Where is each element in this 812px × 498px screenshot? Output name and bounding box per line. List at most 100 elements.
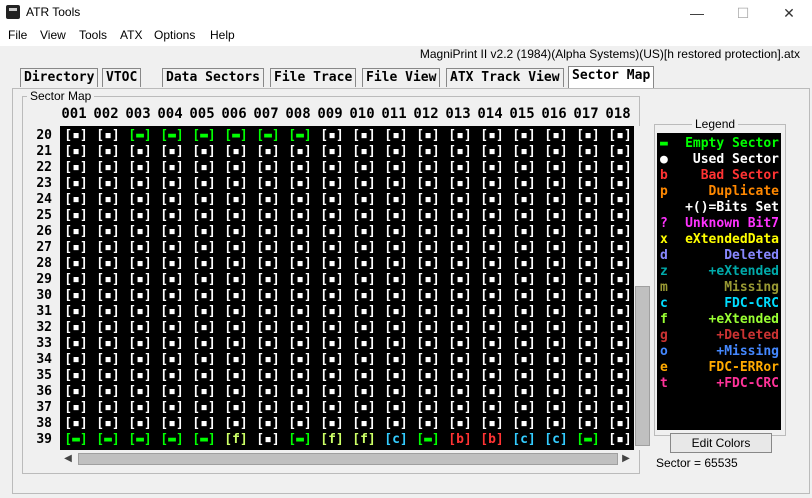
sector-cell[interactable]: [▪] bbox=[252, 432, 284, 448]
sector-cell[interactable]: [▪] bbox=[540, 416, 572, 432]
scroll-left-arrow-icon[interactable]: ◀ bbox=[60, 451, 76, 467]
sector-cell[interactable]: [▪] bbox=[604, 176, 634, 192]
sector-cell[interactable]: [▪] bbox=[604, 128, 634, 144]
sector-cell[interactable]: [▪] bbox=[284, 288, 316, 304]
sector-cell[interactable]: [▪] bbox=[380, 224, 412, 240]
sector-cell[interactable]: [▪] bbox=[380, 352, 412, 368]
sector-cell[interactable]: [▪] bbox=[188, 192, 220, 208]
sector-cell[interactable]: [▪] bbox=[316, 240, 348, 256]
sector-cell[interactable]: [▪] bbox=[444, 400, 476, 416]
sector-cell[interactable]: [▪] bbox=[92, 144, 124, 160]
sector-cell[interactable]: [▪] bbox=[348, 208, 380, 224]
sector-cell[interactable]: [▪] bbox=[284, 272, 316, 288]
sector-cell[interactable]: [▪] bbox=[348, 416, 380, 432]
sector-cell[interactable]: [▪] bbox=[540, 320, 572, 336]
sector-cell[interactable]: [▪] bbox=[316, 400, 348, 416]
sector-cell[interactable]: [▪] bbox=[380, 336, 412, 352]
sector-cell[interactable]: [▪] bbox=[476, 352, 508, 368]
sector-cell[interactable]: [▪] bbox=[220, 400, 252, 416]
sector-cell[interactable]: [▪] bbox=[188, 224, 220, 240]
sector-cell[interactable]: [▪] bbox=[572, 192, 604, 208]
sector-cell[interactable]: [▪] bbox=[92, 320, 124, 336]
sector-cell[interactable]: [▪] bbox=[316, 368, 348, 384]
sector-cell[interactable]: [▪] bbox=[444, 368, 476, 384]
tab-data-sectors[interactable]: Data Sectors bbox=[162, 68, 264, 87]
sector-cell[interactable]: [▪] bbox=[572, 256, 604, 272]
sector-cell[interactable]: [▪] bbox=[60, 416, 92, 432]
sector-cell[interactable]: [▬] bbox=[124, 432, 156, 448]
sector-cell[interactable]: [▪] bbox=[604, 208, 634, 224]
sector-cell[interactable]: [▪] bbox=[444, 352, 476, 368]
sector-cell[interactable]: [▪] bbox=[92, 176, 124, 192]
sector-cell[interactable]: [▪] bbox=[252, 352, 284, 368]
sector-cell[interactable]: [▪] bbox=[572, 384, 604, 400]
maximize-button[interactable]: ☐ bbox=[720, 0, 766, 26]
sector-cell[interactable]: [▪] bbox=[284, 336, 316, 352]
sector-cell[interactable]: [▪] bbox=[540, 128, 572, 144]
sector-cell[interactable]: [▪] bbox=[508, 240, 540, 256]
sector-cell[interactable]: [▪] bbox=[604, 144, 634, 160]
sector-cell[interactable]: [▪] bbox=[412, 128, 444, 144]
sector-cell[interactable]: [▪] bbox=[540, 224, 572, 240]
sector-cell[interactable]: [▪] bbox=[220, 352, 252, 368]
sector-cell[interactable]: [▪] bbox=[284, 304, 316, 320]
sector-cell[interactable]: [▪] bbox=[476, 208, 508, 224]
sector-cell[interactable]: [▪] bbox=[572, 176, 604, 192]
sector-cell[interactable]: [▪] bbox=[380, 128, 412, 144]
sector-cell[interactable]: [▪] bbox=[476, 400, 508, 416]
sector-cell[interactable]: [▪] bbox=[252, 320, 284, 336]
sector-cell[interactable]: [▪] bbox=[220, 176, 252, 192]
sector-cell[interactable]: [▪] bbox=[220, 320, 252, 336]
sector-cell[interactable]: [▪] bbox=[348, 352, 380, 368]
sector-cell[interactable]: [▪] bbox=[316, 336, 348, 352]
sector-cell[interactable]: [▪] bbox=[380, 208, 412, 224]
sector-cell[interactable]: [b] bbox=[476, 432, 508, 448]
sector-cell[interactable]: [▪] bbox=[476, 320, 508, 336]
sector-cell[interactable]: [▪] bbox=[124, 288, 156, 304]
sector-cell[interactable]: [▪] bbox=[284, 416, 316, 432]
sector-cell[interactable]: [▪] bbox=[92, 368, 124, 384]
sector-cell[interactable]: [▪] bbox=[444, 240, 476, 256]
sector-cell[interactable]: [▪] bbox=[188, 272, 220, 288]
sector-cell[interactable]: [▪] bbox=[476, 304, 508, 320]
sector-cell[interactable]: [▪] bbox=[348, 256, 380, 272]
sector-cell[interactable]: [▪] bbox=[220, 160, 252, 176]
sector-cell[interactable]: [▪] bbox=[348, 384, 380, 400]
sector-cell[interactable]: [▪] bbox=[508, 272, 540, 288]
sector-cell[interactable]: [▪] bbox=[92, 160, 124, 176]
sector-cell[interactable]: [▪] bbox=[60, 160, 92, 176]
sector-cell[interactable]: [▬] bbox=[156, 432, 188, 448]
sector-cell[interactable]: [▪] bbox=[188, 256, 220, 272]
sector-cell[interactable]: [▪] bbox=[572, 144, 604, 160]
sector-cell[interactable]: [▪] bbox=[252, 144, 284, 160]
sector-cell[interactable]: [▪] bbox=[508, 256, 540, 272]
sector-cell[interactable]: [▪] bbox=[476, 128, 508, 144]
sector-cell[interactable]: [▪] bbox=[348, 368, 380, 384]
sector-cell[interactable]: [▪] bbox=[508, 336, 540, 352]
sector-cell[interactable]: [▪] bbox=[508, 128, 540, 144]
sector-cell[interactable]: [▪] bbox=[572, 336, 604, 352]
sector-cell[interactable]: [▪] bbox=[60, 256, 92, 272]
sector-cell[interactable]: [▪] bbox=[92, 384, 124, 400]
sector-cell[interactable]: [▪] bbox=[92, 208, 124, 224]
sector-cell[interactable]: [▪] bbox=[380, 240, 412, 256]
sector-cell[interactable]: [▪] bbox=[92, 400, 124, 416]
sector-cell[interactable]: [▪] bbox=[508, 400, 540, 416]
sector-cell[interactable]: [▬] bbox=[252, 128, 284, 144]
sector-cell[interactable]: [▪] bbox=[92, 224, 124, 240]
sector-cell[interactable]: [▪] bbox=[60, 224, 92, 240]
sector-cell[interactable]: [▪] bbox=[220, 384, 252, 400]
sector-cell[interactable]: [▪] bbox=[92, 192, 124, 208]
sector-cell[interactable]: [▪] bbox=[284, 320, 316, 336]
sector-cell[interactable]: [▪] bbox=[60, 304, 92, 320]
sector-cell[interactable]: [▪] bbox=[316, 352, 348, 368]
sector-cell[interactable]: [▪] bbox=[252, 240, 284, 256]
vertical-scroll-thumb[interactable] bbox=[635, 286, 650, 446]
sector-cell[interactable]: [▪] bbox=[220, 304, 252, 320]
sector-cell[interactable]: [▪] bbox=[380, 304, 412, 320]
sector-cell[interactable]: [▪] bbox=[380, 192, 412, 208]
sector-cell[interactable]: [▬] bbox=[220, 128, 252, 144]
sector-cell[interactable]: [f] bbox=[220, 432, 252, 448]
sector-cell[interactable]: [▪] bbox=[316, 128, 348, 144]
sector-cell[interactable]: [▪] bbox=[412, 384, 444, 400]
